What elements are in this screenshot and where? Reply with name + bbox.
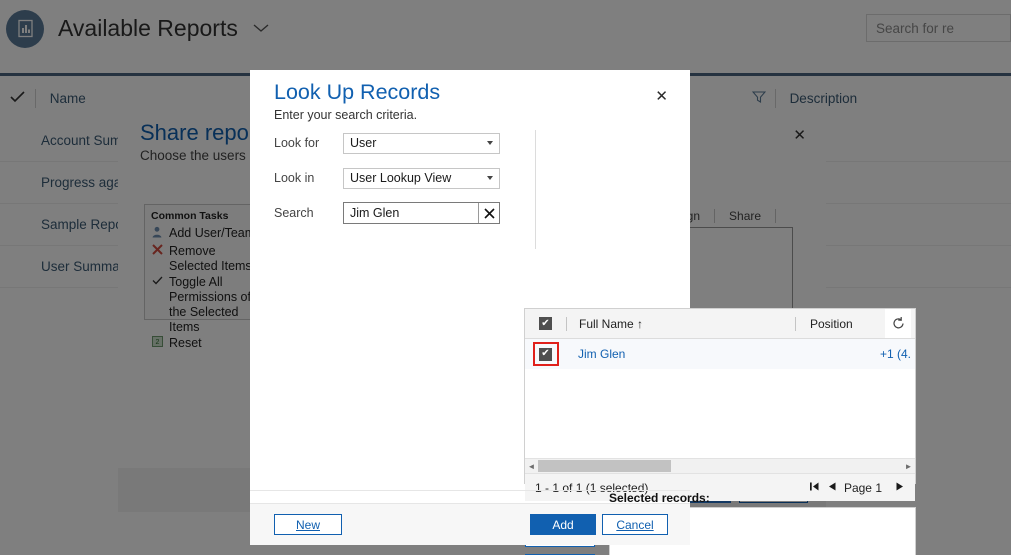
scrollbar-thumb[interactable] bbox=[538, 460, 671, 472]
column-header-full-name[interactable]: Full Name ↑ bbox=[567, 317, 795, 331]
look-in-select[interactable]: User Lookup View bbox=[343, 168, 500, 189]
search-value: Jim Glen bbox=[350, 206, 399, 220]
refresh-icon[interactable] bbox=[885, 309, 911, 338]
clear-x-icon[interactable] bbox=[478, 203, 499, 223]
checkbox-checked-icon[interactable]: ✔ bbox=[539, 348, 552, 361]
prev-page-icon[interactable] bbox=[827, 481, 837, 495]
lookup-records-dialog: Look Up Records Enter your search criter… bbox=[250, 70, 690, 545]
scroll-left-arrow-icon[interactable]: ◄ bbox=[525, 462, 538, 471]
screen-root: Available Reports Search for re Name Des… bbox=[0, 0, 1011, 555]
select-all-checkbox[interactable]: ✔ bbox=[525, 317, 566, 330]
search-criteria-panel: Look for User Look in User Lookup View S… bbox=[274, 130, 536, 249]
results-grid-header: ✔ Full Name ↑ Position bbox=[525, 309, 915, 339]
new-button[interactable]: New bbox=[274, 514, 342, 535]
column-header-position[interactable]: Position bbox=[796, 317, 894, 331]
search-label: Search bbox=[274, 206, 343, 220]
look-in-label: Look in bbox=[274, 171, 343, 185]
look-for-value: User bbox=[350, 136, 376, 150]
results-pager: 1 - 1 of 1 (1 selected) Page 1 bbox=[525, 473, 915, 501]
next-page-icon[interactable] bbox=[895, 481, 905, 495]
look-for-select[interactable]: User bbox=[343, 133, 500, 154]
chevron-down-icon bbox=[487, 141, 493, 145]
close-icon[interactable]: ✕ bbox=[655, 87, 668, 105]
look-in-value: User Lookup View bbox=[350, 171, 451, 185]
lookup-dialog-footer: New Add Cancel bbox=[250, 503, 690, 545]
lookup-dialog-title: Look Up Records bbox=[274, 80, 440, 105]
add-button[interactable]: Add bbox=[530, 514, 596, 535]
search-input[interactable]: Jim Glen bbox=[343, 202, 500, 224]
criteria-row-look-in: Look in User Lookup View bbox=[274, 165, 535, 191]
results-grid-empty-area bbox=[525, 369, 915, 458]
criteria-row-search: Search Jim Glen bbox=[274, 200, 535, 226]
lookup-cancel-label: Cancel bbox=[616, 518, 653, 532]
scrollbar-track[interactable] bbox=[538, 459, 902, 473]
results-grid: ✔ Full Name ↑ Position bbox=[524, 308, 916, 484]
look-for-label: Look for bbox=[274, 136, 343, 150]
horizontal-scrollbar[interactable]: ◄ ► bbox=[525, 458, 915, 473]
chevron-down-icon bbox=[487, 176, 493, 180]
page-label: Page 1 bbox=[844, 481, 882, 495]
checkbox-checked-icon: ✔ bbox=[539, 317, 552, 330]
first-page-icon[interactable] bbox=[809, 481, 820, 495]
sort-ascending-icon: ↑ bbox=[637, 317, 643, 331]
lookup-cancel-button[interactable]: Cancel bbox=[602, 514, 668, 535]
cell-full-name[interactable]: Jim Glen bbox=[566, 347, 794, 361]
lookup-dialog-subtitle: Enter your search criteria. bbox=[274, 108, 417, 122]
row-checkbox-cell[interactable]: ✔ bbox=[525, 344, 566, 364]
scroll-right-arrow-icon[interactable]: ► bbox=[902, 462, 915, 471]
new-button-label: New bbox=[296, 518, 320, 532]
table-row[interactable]: ✔ Jim Glen +1 (4. bbox=[525, 339, 915, 369]
pager-controls: Page 1 bbox=[809, 481, 905, 495]
criteria-row-look-for: Look for User bbox=[274, 130, 535, 156]
cell-phone[interactable]: +1 (4. bbox=[880, 347, 911, 361]
column-header-full-name-label: Full Name bbox=[579, 317, 634, 331]
row-checkbox-highlight: ✔ bbox=[535, 344, 557, 364]
